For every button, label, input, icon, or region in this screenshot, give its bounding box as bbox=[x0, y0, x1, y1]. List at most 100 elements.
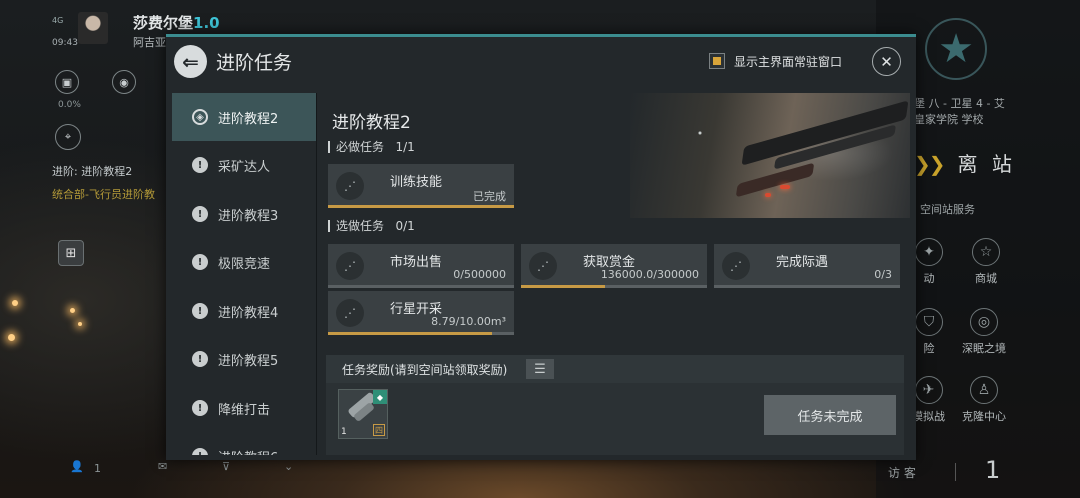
service-activity[interactable]: ✦ 动 bbox=[915, 238, 943, 286]
sidebar-item-label: 采矿达人 bbox=[218, 159, 271, 175]
rarity-tag-icon: ◆ bbox=[373, 390, 387, 404]
task-card-market-sell[interactable]: ⋰ 市场出售 0/500000 bbox=[328, 244, 514, 288]
pilot-avatar[interactable] bbox=[78, 12, 108, 44]
mission-content: 进阶教程2 必做任务 1/1 ⋰ 训练技能 已完成 选做任务 0/1 ⋰ 市场出… bbox=[318, 93, 910, 455]
simulation-icon: ✈ bbox=[914, 376, 943, 404]
task-node-icon: ⋰ bbox=[336, 172, 364, 200]
lock-icon: ! bbox=[192, 157, 208, 173]
activity-icon: ✦ bbox=[915, 238, 943, 266]
required-count: 1/1 bbox=[395, 140, 415, 154]
required-label: 必做任务 bbox=[336, 140, 385, 154]
shield-icon: ⛉ bbox=[915, 308, 943, 336]
close-button[interactable]: ✕ bbox=[872, 47, 901, 76]
station-name-line2: 皇家学院 学校 bbox=[914, 113, 984, 126]
station-services-label: 空间站服务 bbox=[920, 203, 975, 216]
station-name-line1: 堡 八 - 卫星 4 - 艾 bbox=[914, 97, 1005, 110]
task-progress-fill bbox=[328, 205, 514, 208]
pin-window-label[interactable]: 显示主界面常驻窗口 bbox=[734, 53, 842, 70]
task-card-encounter[interactable]: ⋰ 完成际遇 0/3 bbox=[714, 244, 900, 288]
task-progress-bar bbox=[714, 285, 900, 288]
clock: 09:43 bbox=[52, 38, 78, 48]
reward-tier-badge: 四 bbox=[373, 424, 385, 436]
filter-icon[interactable]: ⊽ bbox=[222, 460, 230, 473]
location-pin-icon[interactable]: ⌖ bbox=[55, 124, 81, 150]
sidebar-item-tutorial5[interactable]: ! 进阶教程5 bbox=[172, 335, 316, 383]
pilot-name-text: 莎费尔堡 bbox=[133, 14, 194, 32]
mission-icon: ◈ bbox=[192, 109, 208, 125]
service-simulation[interactable]: ✈ 模拟战 bbox=[912, 376, 945, 424]
task-card-train-skill[interactable]: ⋰ 训练技能 已完成 bbox=[328, 164, 514, 208]
service-clone[interactable]: ♙ 克隆中心 bbox=[962, 376, 1006, 424]
service-deep-sleep[interactable]: ◎ 深眠之境 bbox=[962, 308, 1006, 356]
pilot-location: 阿吉亚 bbox=[133, 36, 166, 49]
task-value: 8.79/10.00m³ bbox=[431, 315, 506, 328]
sidebar-item-tutorial2[interactable]: ◈ 进阶教程2 bbox=[172, 93, 316, 141]
reward-list-toggle-button[interactable]: ☰ bbox=[526, 359, 554, 379]
mission-sidebar: ◈ 进阶教程2 ! 采矿达人 ! 进阶教程3 ! 极限竞速 ! 进阶教程4 ! … bbox=[172, 93, 318, 455]
sidebar-item-tutorial6[interactable]: ! 进阶教程6 bbox=[172, 432, 316, 455]
visitors-count[interactable]: 1 bbox=[985, 456, 1000, 484]
service-adventure[interactable]: ⛉ 险 bbox=[915, 308, 943, 356]
sidebar-item-label: 降维打击 bbox=[218, 402, 271, 418]
reward-item-ship[interactable]: ◆ 1 四 bbox=[338, 389, 388, 439]
task-value: 已完成 bbox=[473, 190, 506, 203]
task-card-bounty[interactable]: ⋰ 获取赏金 136000.0/300000 bbox=[521, 244, 707, 288]
back-arrow-icon: ⇐ bbox=[182, 49, 199, 74]
sidebar-item-mining[interactable]: ! 采矿达人 bbox=[172, 141, 316, 189]
advanced-mission-dialog: ⇐ 进阶任务 显示主界面常驻窗口 ✕ ◈ 进阶教程2 ! 采矿达人 ! 进阶教程… bbox=[166, 34, 916, 460]
task-node-icon: ⋰ bbox=[529, 252, 557, 280]
back-button[interactable]: ⇐ bbox=[174, 45, 207, 78]
task-name: 完成际遇 bbox=[776, 255, 829, 270]
task-progress-fill bbox=[521, 285, 605, 288]
optional-section-label: 选做任务 0/1 bbox=[328, 220, 415, 232]
mission-tracker-sub[interactable]: 统合部-飞行员进阶教 bbox=[52, 186, 155, 202]
task-progress-bar bbox=[328, 285, 514, 288]
optional-count: 0/1 bbox=[395, 219, 415, 233]
dialog-header: ⇐ 进阶任务 显示主界面常驻窗口 ✕ bbox=[166, 37, 916, 87]
service-label: 险 bbox=[923, 342, 935, 355]
deep-sleep-icon: ◎ bbox=[970, 308, 998, 336]
corp-emblem-icon: ★ bbox=[925, 18, 987, 80]
sidebar-item-tutorial4[interactable]: ! 进阶教程4 bbox=[172, 287, 316, 335]
cargo-icon[interactable]: ▣ bbox=[55, 70, 79, 94]
service-shop[interactable]: ☆ 商城 bbox=[972, 238, 1000, 286]
mission-incomplete-button[interactable]: 任务未完成 bbox=[764, 395, 896, 435]
service-label: 克隆中心 bbox=[962, 410, 1006, 423]
undock-button[interactable]: ❯❯ 离 站 bbox=[914, 148, 1016, 177]
chevron-down-icon[interactable]: ⌄ bbox=[284, 460, 293, 473]
cargo-percent: 0.0% bbox=[58, 100, 81, 110]
mail-icon[interactable]: ✉ bbox=[158, 460, 167, 473]
pilot-name[interactable]: 莎费尔堡1.0 bbox=[133, 12, 220, 33]
signal-indicator: 4G bbox=[52, 16, 64, 25]
divider bbox=[316, 93, 317, 455]
task-node-icon: ⋰ bbox=[722, 252, 750, 280]
lock-icon: ! bbox=[192, 206, 208, 222]
task-value: 136000.0/300000 bbox=[600, 268, 699, 281]
required-section-label: 必做任务 1/1 bbox=[328, 141, 415, 153]
station-name: 堡 八 - 卫星 4 - 艾 皇家学院 学校 bbox=[914, 96, 1054, 128]
mission-title: 进阶教程2 bbox=[332, 113, 411, 133]
reward-panel: 任务奖励(请到空间站领取奖励) ☰ ◆ 1 四 任务未完成 bbox=[326, 355, 904, 455]
mission-tracker-title[interactable]: 进阶: 进阶教程2 bbox=[52, 163, 132, 179]
service-label: 商城 bbox=[975, 272, 997, 285]
sidebar-item-label: 进阶教程6 bbox=[218, 447, 278, 456]
undock-label: 离 站 bbox=[957, 152, 1016, 176]
engine-glow bbox=[780, 185, 790, 189]
reward-header: 任务奖励(请到空间站领取奖励) ☰ bbox=[326, 355, 904, 383]
pin-window-checkbox[interactable] bbox=[709, 53, 725, 69]
task-name: 训练技能 bbox=[390, 175, 443, 190]
route-marker-icon[interactable]: ⊞ bbox=[58, 240, 84, 266]
drone-icon[interactable]: ◉ bbox=[112, 70, 136, 94]
sidebar-item-tutorial3[interactable]: ! 进阶教程3 bbox=[172, 190, 316, 238]
people-icon[interactable]: 👤 bbox=[70, 460, 84, 473]
sidebar-item-racing[interactable]: ! 极限竞速 bbox=[172, 238, 316, 286]
task-progress-fill bbox=[328, 332, 492, 335]
security-status: 1.0 bbox=[193, 14, 220, 32]
clone-icon: ♙ bbox=[970, 376, 998, 404]
sidebar-item-label: 进阶教程5 bbox=[218, 353, 279, 369]
sidebar-item-label: 进阶教程4 bbox=[218, 305, 279, 321]
sidebar-item-strike[interactable]: ! 降维打击 bbox=[172, 384, 316, 432]
task-node-icon: ⋰ bbox=[336, 299, 364, 327]
task-card-planet-mining[interactable]: ⋰ 行星开采 8.79/10.00m³ bbox=[328, 291, 514, 335]
engine-glow bbox=[765, 193, 771, 197]
